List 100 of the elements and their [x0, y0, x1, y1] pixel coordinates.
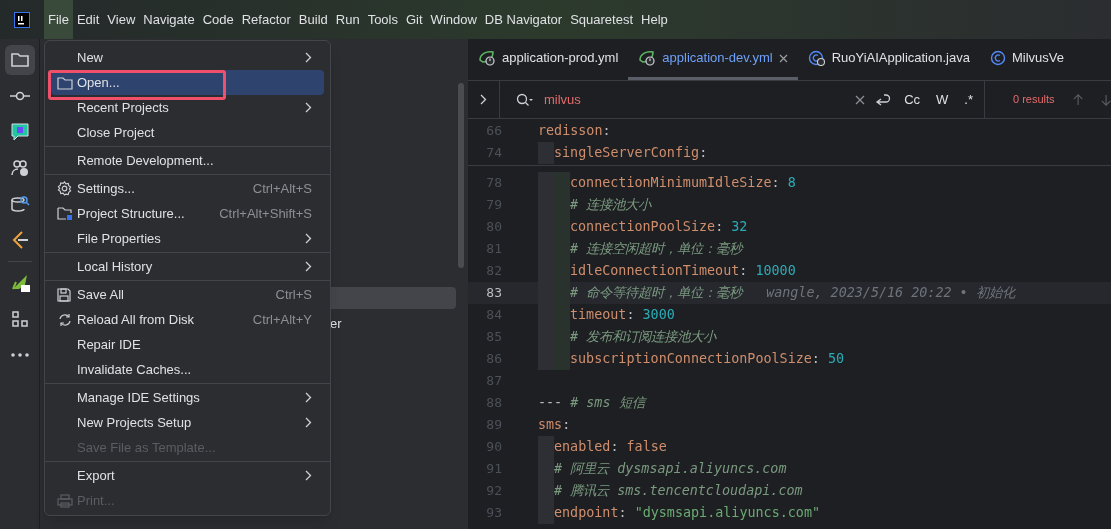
code-token: timeout	[570, 305, 627, 324]
menu-item[interactable]: Manage IDE Settings	[51, 385, 324, 410]
close-icon	[778, 53, 788, 63]
search-option-toggle[interactable]: .*	[961, 89, 976, 110]
leaf-power-icon	[478, 50, 496, 66]
chevron-right-icon	[305, 52, 312, 63]
chevron-right-icon	[305, 417, 312, 428]
code-token: # 连接空闲超时，单位：毫秒	[570, 239, 743, 258]
reload-icon	[57, 312, 73, 327]
commit-icon	[9, 91, 30, 101]
code-token: # sms 短信	[570, 393, 645, 412]
line-number: 83	[485, 284, 502, 303]
more-icon	[9, 352, 30, 358]
settings-icon	[57, 181, 72, 196]
menu-bar-item[interactable]: Navigate	[139, 0, 199, 39]
class-icon	[989, 50, 1006, 66]
code-token: 50	[828, 349, 845, 368]
code-token: :	[610, 437, 620, 456]
code-token: # 阿里云 dysmsapi.aliyuncs.com	[554, 459, 787, 478]
code-token: enabled	[554, 437, 611, 456]
leaf-power-icon	[638, 50, 657, 66]
database-search-icon	[9, 194, 30, 214]
menu-item[interactable]: Remote Development...	[51, 148, 324, 173]
editor-tab[interactable]: RuoYiAIApplication.java	[797, 39, 980, 80]
results-count: 0 results	[1013, 92, 1055, 108]
folder-icon	[9, 51, 30, 69]
editor-tab[interactable]: application-prod.yml	[468, 39, 629, 80]
menu-item[interactable]: New Projects Setup	[51, 410, 324, 435]
code-token: connectionMinimumIdleSize	[570, 173, 772, 192]
code-token: singleServerConfig	[554, 143, 700, 162]
code-token: # 命令等待超时，单位：毫秒	[570, 283, 743, 302]
menu-item[interactable]: Save All Ctrl+S	[51, 282, 324, 307]
menu-item[interactable]: Reload All from Disk Ctrl+Alt+Y	[51, 307, 324, 332]
menu-bar-item[interactable]: Git	[402, 0, 427, 39]
code-token: # 发布和订阅连接池大小	[570, 327, 717, 346]
code-token: :	[771, 173, 781, 192]
newline-icon	[875, 92, 892, 107]
code-token: :	[602, 121, 611, 140]
tool-window-button[interactable]	[4, 45, 35, 75]
code-token: false	[626, 437, 667, 456]
app-class-icon	[807, 50, 826, 66]
tree-item-text: er	[330, 315, 343, 333]
blame-annotation: wangle, 2023/5/16 20:22 • 初始化	[766, 283, 1015, 302]
code-token: 10000	[755, 261, 796, 280]
menu-item[interactable]: Invalidate Caches...	[51, 357, 324, 382]
grid-icon	[10, 310, 29, 328]
arrow-up-icon	[1072, 92, 1083, 107]
printer-icon	[57, 493, 73, 508]
code-token: idleConnectionTimeout	[570, 261, 740, 280]
clear-icon	[855, 94, 866, 105]
menu-bar-item[interactable]: View	[103, 0, 140, 39]
search-icon	[516, 92, 534, 107]
menu-bar-item[interactable]: Squaretest	[566, 0, 638, 39]
menu-item[interactable]: Close Project	[51, 120, 324, 145]
code-token: # 腾讯云 sms.tencentcloudapi.com	[554, 481, 803, 500]
code-token: :	[739, 261, 749, 280]
menu-item[interactable]: File Properties	[51, 226, 324, 251]
search-option-toggle[interactable]: W	[933, 89, 952, 110]
menu-bar-item[interactable]: Tools	[363, 0, 402, 39]
menu-item[interactable]: Local History	[51, 254, 324, 279]
chevron-right-icon	[305, 261, 312, 272]
menu-item[interactable]: Project Structure... Ctrl+Alt+Shift+S	[51, 201, 324, 226]
code-token: :	[618, 503, 628, 522]
menu-item[interactable]: Settings... Ctrl+Alt+S	[51, 176, 324, 201]
chat-icon	[9, 122, 30, 142]
editor-tab[interactable]: MilvusVe	[979, 39, 1074, 80]
code-token: :	[562, 415, 571, 434]
folder-structure-icon	[57, 206, 73, 221]
chevron-right-icon	[305, 233, 312, 244]
folder-icon	[57, 75, 73, 90]
search-field[interactable]: milvus	[544, 89, 846, 110]
editor-tab[interactable]: application-dev.yml	[628, 39, 798, 80]
menu-bar-item[interactable]: Refactor	[237, 0, 295, 39]
menu-bar-item[interactable]: Code	[198, 0, 238, 39]
menu-item[interactable]: New	[51, 45, 324, 70]
people-icon	[9, 158, 30, 178]
menu-bar-item[interactable]: Window	[426, 0, 481, 39]
menu-item[interactable]: Export	[51, 463, 324, 488]
code-token: subscriptionConnectionPoolSize	[570, 349, 812, 368]
app-logo-icon	[14, 11, 30, 28]
code-token: sms	[538, 415, 563, 434]
code-token: 8	[787, 173, 796, 192]
code-token: ---	[538, 393, 563, 412]
menu-bar-item[interactable]: File	[44, 0, 73, 39]
chevron-right-icon	[305, 470, 312, 481]
menu-item[interactable]: Recent Projects	[51, 95, 324, 120]
chevron-right-icon	[480, 94, 487, 105]
menu-bar-item[interactable]: DB Navigator	[480, 0, 567, 39]
code-token: 3000	[642, 305, 675, 324]
menu-bar-item[interactable]: Edit	[72, 0, 104, 39]
chevron-right-icon	[305, 392, 312, 403]
save-icon	[57, 287, 71, 302]
menu-item[interactable]: Repair IDE	[51, 332, 324, 357]
search-option-toggle[interactable]: Cc	[901, 89, 924, 110]
menu-bar-item[interactable]: Help	[637, 0, 672, 39]
code-token: :	[626, 305, 636, 324]
code-token: 32	[731, 217, 748, 236]
menu-bar-item[interactable]: Build	[294, 0, 332, 39]
menu-bar-item[interactable]: Run	[331, 0, 364, 39]
code-token: :	[699, 143, 708, 162]
